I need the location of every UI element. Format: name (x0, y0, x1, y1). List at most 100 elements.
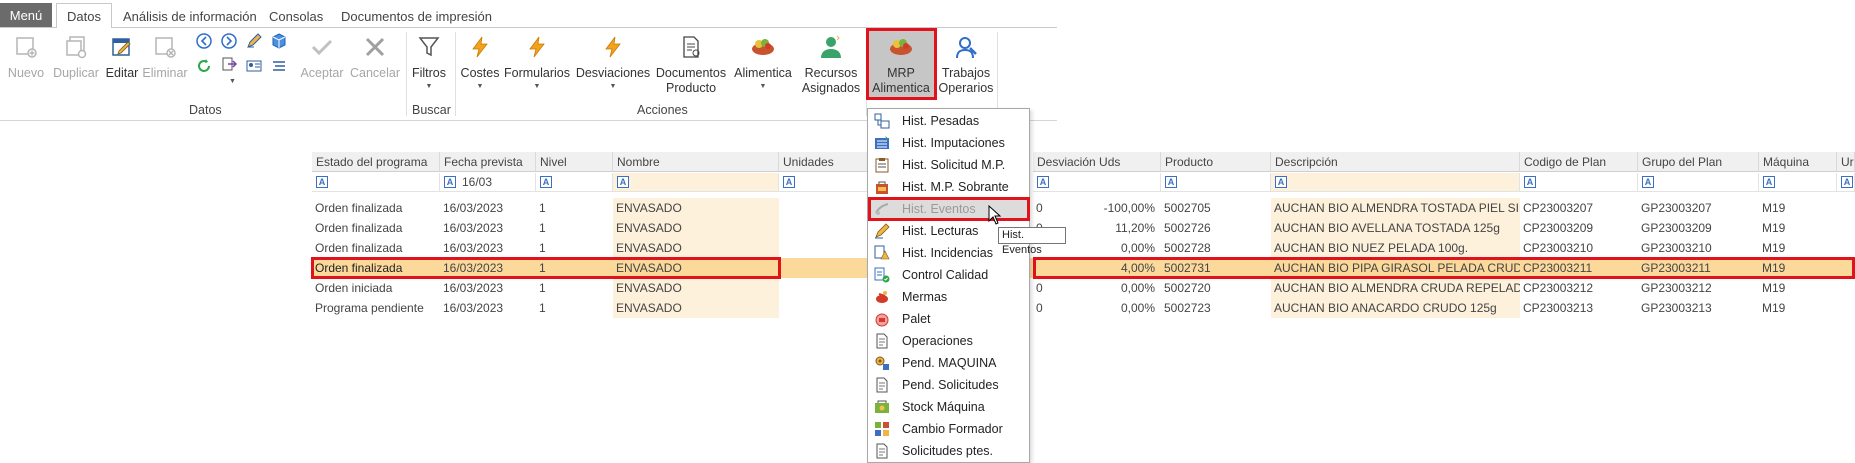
col-header-grupo[interactable]: Grupo del Plan (1638, 152, 1759, 172)
edit-pencil-icon[interactable] (245, 32, 263, 50)
menu-item-pend-maquina[interactable]: Pend. MAQUINA (869, 352, 1029, 374)
documentos-producto-button[interactable]: Documentos Producto (654, 30, 728, 96)
formador-icon (873, 420, 891, 438)
filter-a-icon: A (783, 176, 795, 188)
formularios-button[interactable]: Formularios ▼ (504, 30, 570, 91)
filter-descripcion[interactable]: A (1271, 173, 1520, 192)
contact-card-icon[interactable] (245, 57, 263, 75)
menu-item-control-calidad[interactable]: Control Calidad (869, 264, 1029, 286)
ribbon-tab-bar: Menú Datos Análisis de información Conso… (0, 0, 1057, 29)
worker-icon (951, 32, 981, 62)
cell-descripcion: AUCHAN BIO AVELLANA TOSTADA 125g (1274, 221, 1500, 235)
costes-button[interactable]: Costes ▼ (458, 30, 502, 91)
filter-codigo[interactable]: A (1520, 173, 1638, 192)
col-header-codigo[interactable]: Codigo de Plan (1520, 152, 1638, 172)
table-row[interactable]: Orden finalizada 16/03/2023 1 ENVASADO 0,00%… (309, 238, 1855, 258)
stock-icon (873, 398, 891, 416)
cell-producto: 5002720 (1164, 281, 1211, 295)
filter-icon (414, 32, 444, 62)
highlight-selected-row-right (1033, 257, 1855, 279)
filter-unidad[interactable]: A (1837, 173, 1855, 192)
menu-item-pend-solicitudes[interactable]: Pend. Solicitudes (869, 374, 1029, 396)
editar-button[interactable]: Editar (104, 30, 140, 81)
cancelar-button[interactable]: Cancelar (350, 30, 400, 81)
export-caret[interactable]: ▼ (229, 78, 236, 86)
filter-maquina[interactable]: A (1759, 173, 1837, 192)
menu-item-palet[interactable]: Palet (869, 308, 1029, 330)
machine-icon (873, 354, 891, 372)
col-header-fecha[interactable]: Fecha prevista (440, 152, 536, 172)
refresh-icon[interactable] (195, 57, 213, 75)
cell-desviacion: -100,00% (1103, 201, 1155, 215)
col-header-estado[interactable]: Estado del programa (312, 152, 440, 172)
lightning-icon (522, 32, 552, 62)
filtros-button[interactable]: Filtros ▼ (409, 30, 449, 91)
delete-icon (150, 32, 180, 62)
table-row[interactable]: Orden finalizada 16/03/2023 1 ENVASADO 0 -100… (309, 198, 1855, 218)
menu-item-hist-m-p-sobrante[interactable]: Hist. M.P. Sobrante (869, 176, 1029, 198)
table-row[interactable]: Orden finalizada16/03/20231ENVASADO011,2… (309, 218, 1855, 238)
tab-analisis[interactable]: Análisis de información (123, 3, 257, 29)
cube-icon[interactable] (270, 32, 288, 50)
cell-codigo: CP23003207 (1523, 201, 1594, 215)
menu-item-hist-eventos[interactable]: Hist. Eventos (868, 197, 1030, 221)
list-icon[interactable] (270, 57, 288, 75)
menu-item-hist-solicitud-m-p[interactable]: Hist. Solicitud M.P. (869, 154, 1029, 176)
filter-desviacion[interactable]: A (1033, 173, 1161, 192)
menu-item-cambio-formador[interactable]: Cambio Formador (869, 418, 1029, 440)
menu-item-stock-maquina[interactable]: Stock Máquina (869, 396, 1029, 418)
menu-item-hist-pesadas[interactable]: Hist. Pesadas (869, 110, 1029, 132)
menu-item-operaciones[interactable]: Operaciones (869, 330, 1029, 352)
tab-menu[interactable]: Menú (0, 3, 52, 27)
recursos-asignados-button[interactable]: Recursos Asignados (800, 30, 862, 96)
col-header-nivel[interactable]: Nivel (536, 152, 613, 172)
cell-desviacion-prefix: 0 (1036, 201, 1043, 215)
filter-fecha[interactable]: A 16/03 (440, 173, 536, 192)
filter-producto[interactable]: A (1161, 173, 1271, 192)
menu-item-label: Hist. Solicitud M.P. (902, 158, 1006, 172)
filter-grupo[interactable]: A (1638, 173, 1759, 192)
duplicar-button[interactable]: Duplicar (50, 30, 102, 81)
col-header-nombre[interactable]: Nombre (613, 152, 779, 172)
separator (455, 32, 456, 116)
menu-item-solicitudes-ptes[interactable]: Solicitudes ptes. (869, 440, 1029, 462)
menu-item-hist-imputaciones[interactable]: Hist. Imputaciones (869, 132, 1029, 154)
filter-nivel[interactable]: A (536, 173, 613, 192)
col-header-descripcion[interactable]: Descripción (1271, 152, 1520, 172)
filter-nombre[interactable]: A (613, 173, 779, 192)
col-header-desviacion[interactable]: Desviación Uds (1033, 152, 1161, 172)
filter-estado[interactable]: A (312, 173, 440, 192)
filter-a-icon: A (1841, 176, 1853, 188)
tab-consolas[interactable]: Consolas (269, 3, 323, 29)
separator (406, 32, 407, 116)
filter-a-icon: A (540, 176, 552, 188)
forward-arrow-icon[interactable] (220, 32, 238, 50)
aceptar-button[interactable]: Aceptar (298, 30, 346, 81)
table-row[interactable]: Orden iniciada 16/03/2023 1 ENVASADO 0 0,00% 5… (309, 278, 1855, 298)
back-arrow-icon[interactable] (195, 32, 213, 50)
export-icon[interactable] (220, 55, 238, 73)
tab-documentos-impresion[interactable]: Documentos de impresión (341, 3, 492, 29)
col-header-producto[interactable]: Producto (1161, 152, 1271, 172)
cell-estado: Orden finalizada (315, 221, 403, 235)
tab-datos[interactable]: Datos (56, 3, 112, 29)
bag-icon (873, 178, 891, 196)
nuevo-button[interactable]: Nuevo (6, 30, 46, 81)
close-icon (360, 32, 390, 62)
cell-estado: Orden finalizada (315, 241, 403, 255)
cell-desviacion: 0,00% (1120, 241, 1155, 255)
alimentica-button[interactable]: Alimentica ▼ (730, 30, 796, 91)
col-header-maquina[interactable]: Máquina (1759, 152, 1837, 172)
eliminar-button[interactable]: Eliminar (142, 30, 188, 81)
menu-item-label: Hist. Incidencias (902, 246, 994, 260)
desviaciones-button[interactable]: Desviaciones ▼ (576, 30, 650, 91)
cell-grupo: GP23003212 (1641, 281, 1712, 295)
cell-fecha: 16/03/2023 (443, 241, 504, 255)
trabajos-operarios-button[interactable]: Trabajos Operarios (938, 30, 994, 96)
cell-fecha: 16/03/2023 (443, 201, 504, 215)
col-header-unidad[interactable]: Ur (1837, 152, 1855, 172)
table-row[interactable]: Programa pendiente 16/03/2023 1 ENVASADO 0 0,… (309, 298, 1855, 318)
menu-item-mermas[interactable]: Mermas (869, 286, 1029, 308)
document-icon (873, 376, 891, 394)
menu-item-label: Mermas (902, 290, 948, 304)
